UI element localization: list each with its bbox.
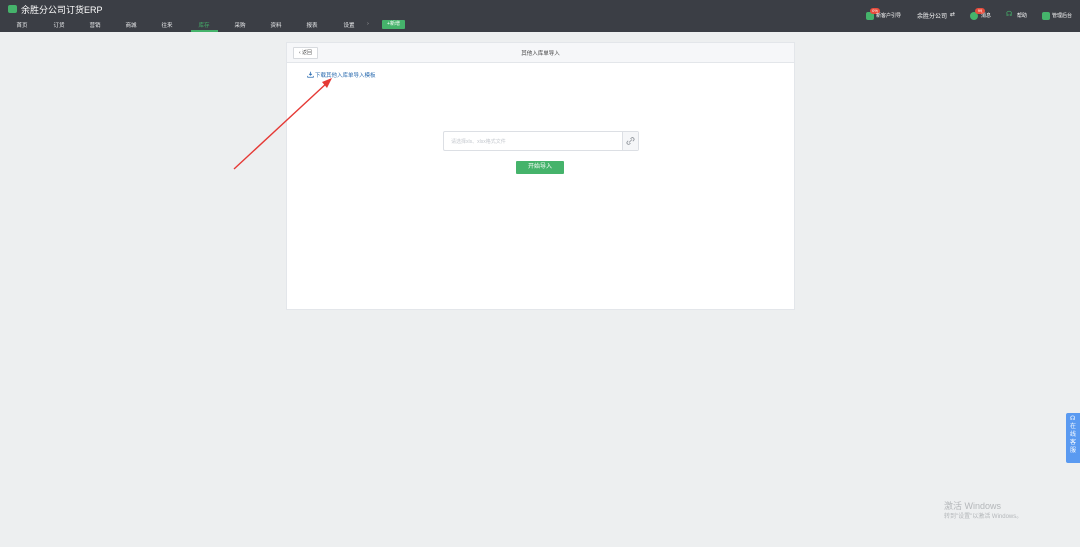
headset-icon: ☊ <box>1070 416 1076 422</box>
online-service-tab[interactable]: ☊ 在线客服 <box>1066 413 1080 463</box>
annotation-arrow <box>233 78 332 170</box>
online-service-label: 在线客服 <box>1069 424 1076 454</box>
windows-activation-hint: 转到"设置"以激活 Windows。 <box>944 514 1023 520</box>
